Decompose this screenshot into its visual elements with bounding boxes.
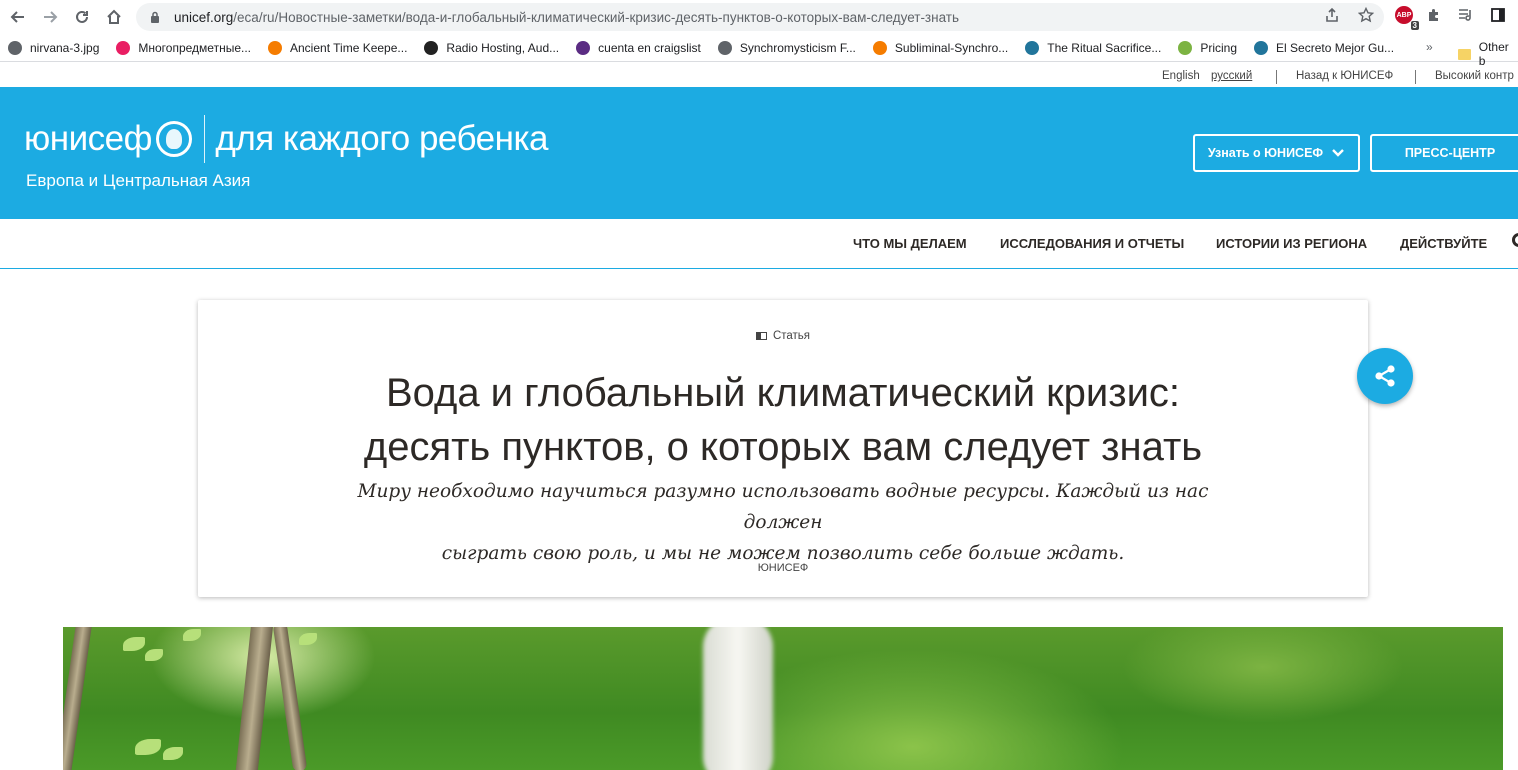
nav-research-reports[interactable]: ИССЛЕДОВАНИЯ И ОТЧЕТЫ (1000, 236, 1184, 251)
back-to-unicef-link[interactable]: Назад к ЮНИСЕФ (1296, 70, 1393, 82)
bookmarks-bar: nirvana-3.jpg Многопредметные... Ancient T… (0, 34, 1518, 62)
extensions-puzzle-icon[interactable] (1423, 4, 1445, 26)
divider (1415, 70, 1416, 84)
bookmark-star-icon[interactable] (1357, 6, 1375, 28)
main-navigation: ЧТО МЫ ДЕЛАЕМ ИССЛЕДОВАНИЯ И ОТЧЕТЫ ИСТО… (0, 219, 1518, 269)
logo-divider (203, 115, 206, 163)
brand-name: юнисеф (24, 119, 152, 158)
bookmark-favicon-icon (116, 40, 131, 55)
media-queue-icon[interactable] (1455, 4, 1477, 26)
tree-trunk (63, 627, 93, 770)
unicef-logo[interactable]: юнисеф для каждого ребенка (24, 115, 548, 163)
bookmark-item[interactable]: nirvana-3.jpg (8, 40, 99, 55)
bookmark-item[interactable]: cuenta en craigslist (576, 40, 701, 55)
language-english-link[interactable]: English (1162, 70, 1200, 82)
leaf (145, 649, 163, 661)
unicef-emblem-icon (155, 121, 192, 157)
bookmark-favicon-icon (717, 40, 732, 55)
bookmark-item[interactable]: Ancient Time Keepe... (268, 40, 407, 55)
article-book-icon (755, 332, 767, 340)
divider (1276, 70, 1277, 84)
content-type-label: Статья (198, 330, 1368, 342)
article-hero-image (63, 627, 1503, 770)
adblock-extension-icon[interactable]: ABP 3 (1395, 6, 1419, 30)
share-button[interactable] (1357, 348, 1413, 404)
article-lead: Миру необходимо научиться разумно исполь… (357, 481, 1209, 564)
nav-take-action[interactable]: ДЕЙСТВУЙТЕ (1400, 236, 1487, 251)
folder-icon (1458, 48, 1471, 60)
press-center-button[interactable]: ПРЕСС-ЦЕНТР (1370, 134, 1518, 172)
bookmark-item[interactable]: The Ritual Sacrifice... (1025, 40, 1161, 55)
article-author: ЮНИСЕФ (757, 562, 809, 574)
nav-stories[interactable]: ИСТОРИИ ИЗ РЕГИОНА (1216, 236, 1367, 251)
bookmark-favicon-icon (872, 40, 887, 55)
nav-what-we-do[interactable]: ЧТО МЫ ДЕЛАЕМ (853, 236, 967, 251)
bookmark-favicon-icon (424, 40, 439, 55)
language-russian-link[interactable]: русский (1211, 70, 1252, 82)
brand-slogan: для каждого ребенка (215, 119, 548, 158)
search-icon[interactable] (1512, 233, 1518, 247)
tree-trunk (272, 627, 308, 770)
home-icon[interactable] (100, 3, 128, 31)
other-bookmarks-folder[interactable]: Other b (1458, 40, 1518, 68)
bookmark-favicon-icon (8, 40, 22, 55)
tree-trunk (234, 627, 274, 770)
leaf (299, 633, 317, 645)
bookmarks-overflow-button[interactable]: » (1426, 40, 1433, 54)
bookmark-favicon-icon (576, 40, 591, 55)
chevron-down-icon (1332, 149, 1344, 157)
url-text: unicef.org/eca/ru/Новостные-заметки/вода… (174, 9, 960, 25)
back-icon[interactable] (4, 3, 32, 31)
leaf (183, 629, 201, 641)
bookmark-item[interactable]: Многопредметные... (116, 40, 251, 55)
bookmark-item[interactable]: Radio Hosting, Aud... (424, 40, 559, 55)
bookmark-item[interactable]: Synchromysticism F... (717, 40, 856, 55)
bookmark-item[interactable]: El Secreto Mejor Gu... (1254, 40, 1394, 55)
reload-icon[interactable] (68, 3, 96, 31)
article-header-card: Статья Вода и глобальный климатический к… (198, 300, 1368, 597)
region-name: Европа и Центральная Азия (26, 171, 251, 190)
share-page-icon[interactable] (1324, 7, 1340, 28)
high-contrast-toggle[interactable]: Высокий контр (1435, 70, 1514, 82)
birch-trunk (703, 627, 773, 770)
bookmark-favicon-icon (268, 40, 282, 55)
bookmark-item[interactable]: Pricing (1178, 40, 1237, 55)
article-title: Вода и глобальный климатический кризис: … (363, 371, 1203, 469)
bookmark-item[interactable]: Subliminal-Synchro... (872, 40, 1008, 55)
bookmark-favicon-icon (1178, 40, 1193, 55)
browser-toolbar: unicef.org/eca/ru/Новостные-заметки/вода… (0, 0, 1518, 34)
bookmark-favicon-icon (1025, 40, 1040, 55)
learn-about-unicef-button[interactable]: Узнать о ЮНИСЕФ (1193, 134, 1360, 172)
lock-icon (148, 10, 162, 24)
address-bar[interactable]: unicef.org/eca/ru/Новостные-заметки/вода… (136, 3, 1384, 31)
leaf (123, 637, 145, 651)
leaf (163, 747, 183, 760)
share-icon (1375, 365, 1395, 387)
forward-icon[interactable] (36, 3, 64, 31)
leaf (135, 739, 161, 755)
utility-bar: English русский Назад к ЮНИСЕФ Высокий к… (0, 67, 1518, 87)
side-panel-icon[interactable] (1487, 4, 1509, 26)
site-header: юнисеф для каждого ребенка Европа и Цент… (0, 87, 1518, 219)
bookmark-favicon-icon (1254, 40, 1269, 55)
